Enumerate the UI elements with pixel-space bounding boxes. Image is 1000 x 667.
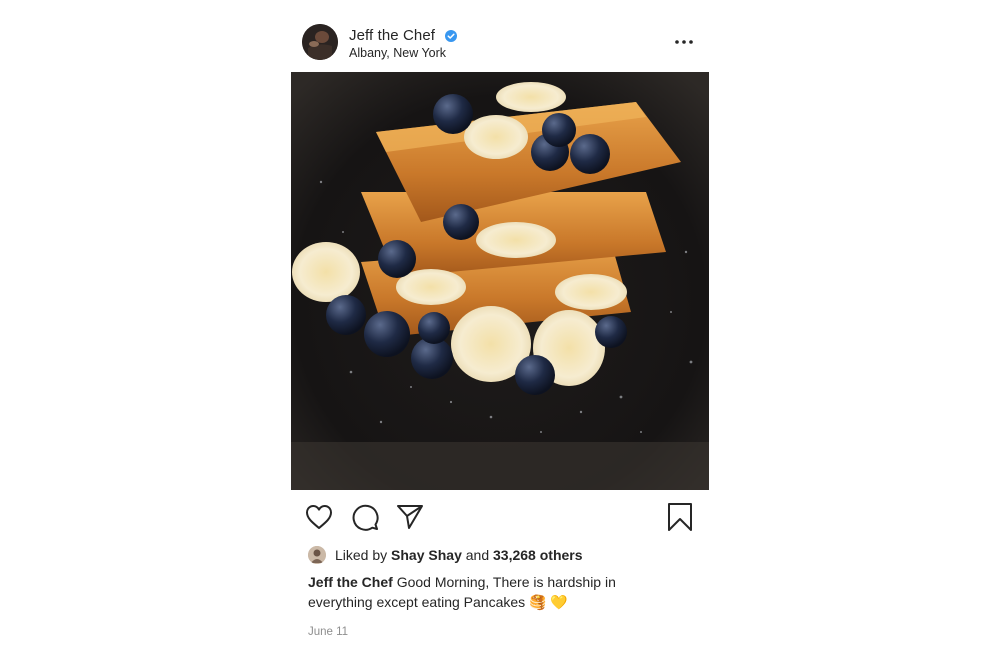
french-toast-image: [291, 72, 709, 490]
likes-joiner: and: [465, 547, 490, 563]
more-options-button[interactable]: [673, 34, 695, 50]
more-dots-icon: [675, 40, 693, 44]
comment-icon: [352, 504, 379, 531]
author-location[interactable]: Albany, New York: [349, 46, 446, 60]
send-icon: [397, 505, 423, 529]
author-username[interactable]: Jeff the Chef: [349, 27, 435, 44]
caption-emoji: 🥞 💛: [529, 594, 568, 610]
likes-text: Liked by Shay Shay and 33,268 others: [335, 547, 583, 563]
author-avatar[interactable]: [302, 24, 338, 60]
comment-button[interactable]: [350, 502, 380, 532]
post-date[interactable]: June 11: [308, 626, 348, 638]
save-button[interactable]: [665, 502, 695, 532]
liker-username[interactable]: Shay Shay: [391, 547, 462, 563]
post-header: Jeff the Chef Albany, New York: [291, 22, 709, 62]
post-actions: [291, 502, 709, 534]
bookmark-icon: [668, 503, 692, 531]
verified-badge-icon: [445, 30, 457, 42]
like-button[interactable]: [304, 502, 334, 532]
caption-username[interactable]: Jeff the Chef: [308, 574, 393, 590]
liker-avatar[interactable]: [308, 546, 326, 564]
post-card: Jeff the Chef Albany, New York Liked by …: [291, 0, 709, 667]
post-photo[interactable]: [291, 72, 709, 490]
post-caption: Jeff the Chef Good Morning, There is har…: [308, 572, 668, 612]
share-button[interactable]: [395, 502, 425, 532]
heart-icon: [306, 505, 332, 529]
likes-count[interactable]: 33,268 others: [493, 547, 583, 563]
likes-prefix: Liked by: [335, 547, 388, 563]
